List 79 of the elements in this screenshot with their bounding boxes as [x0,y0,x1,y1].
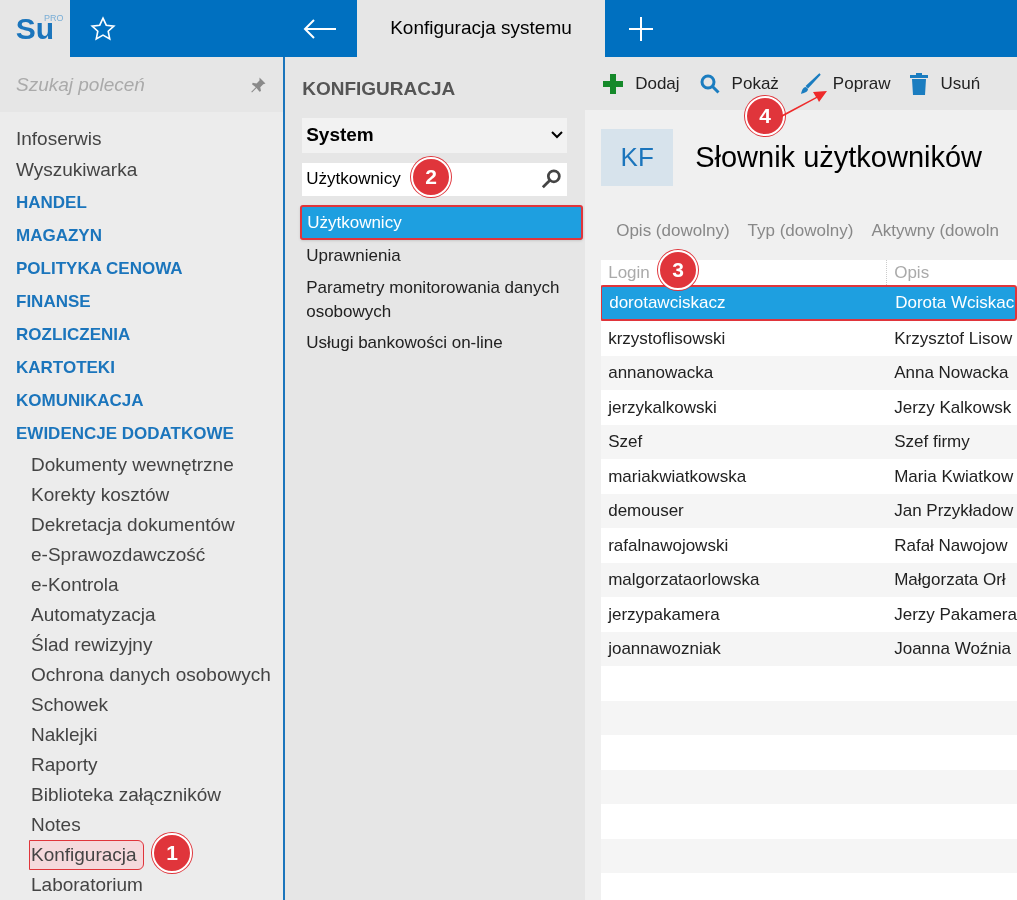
toolbar-button[interactable]: Usuń [910,70,981,97]
table-cell-text: Szef [607,431,644,453]
toolbar-button[interactable]: Pokaż [699,70,779,97]
table-cell-text: dorotawciskacz [608,292,727,315]
sidebar-item[interactable]: Automatyzacja [31,600,156,630]
table-cell-text: Krzysztof Lisow [893,327,1013,350]
sidebar-item[interactable]: e-Kontrola [31,570,119,600]
dictionary-title: Słownik użytkowników [695,139,983,175]
toolbar-button[interactable]: Dodaj [603,70,680,97]
sidebar-item[interactable]: KARTOTEKI [16,354,115,381]
panel-title: KONFIGURACJA [302,77,457,101]
sidebar-item[interactable]: Wyszukiwarka [16,156,138,185]
plus-icon[interactable] [629,16,653,41]
table-cell-text: Jerzy Pakamera [893,603,1017,626]
table-cell-text: Joanna Woźnia [893,638,1012,660]
group-select[interactable]: System [302,117,568,153]
config-item[interactable]: Usługi bankowości on-line [300,327,584,360]
table-row[interactable]: demouser Jan Przykładow [601,493,1017,528]
star-icon[interactable] [90,15,116,42]
sidebar-item[interactable]: ROZLICZENIA [16,321,131,348]
table-cell-text: joannawozniak [606,638,722,660]
plus-icon [603,73,624,94]
table-row[interactable]: Szef Szef firmy [601,424,1017,459]
command-search-box[interactable]: Szukaj poleceń [0,57,284,112]
toolbar-button[interactable]: Popraw [798,70,891,97]
logo: SuPRO [0,0,70,57]
sidebar-item[interactable]: Notes [31,810,81,840]
pin-icon[interactable] [249,75,268,94]
table-cell-text: jerzykalkowski [606,396,718,419]
sidebar-item[interactable]: Korekty kosztów [31,480,170,510]
table-cell-text: Jan Przykładow [893,500,1014,522]
config-item[interactable]: Parametry monitorowania danych osobowych [300,271,584,328]
sidebar-item[interactable]: HANDEL [16,189,87,216]
callout-number: 4 [745,96,785,136]
sidebar-item[interactable]: MAGAZYN [16,222,102,249]
sidebar-item[interactable]: e-Sprawozdawczość [31,540,206,570]
sidebar-item[interactable]: Laboratorium [31,870,143,900]
callout-number: 3 [658,250,698,290]
config-item[interactable]: Uprawnienia [300,240,584,272]
dictionary-badge: KF [601,129,674,186]
table-cell-text: rafalnawojowski [607,534,730,557]
sidebar-item[interactable]: Biblioteka załączników [31,780,222,810]
sidebar-item[interactable]: FINANSE [16,288,91,315]
pointer-arrow [778,88,828,118]
table-cell-text: Małgorzata Orł [893,569,1006,591]
table-row[interactable]: joannawozniak Joanna Woźnia [601,631,1017,666]
sidebar-item[interactable]: Ślad rewizyjny [31,630,153,660]
sidebar-item[interactable]: EWIDENCJE DODATKOWE [16,420,234,447]
sidebar-item[interactable]: Ochrona danych osobowych [31,660,271,690]
table-cell-text: Dorota Wciskac [894,292,1015,315]
table-cell-text: Jerzy Kalkowsk [893,396,1012,419]
sidebar-item[interactable]: Infoserwis [16,125,102,154]
table-cell-text: demouser [607,500,685,522]
table-cell-text: Rafał Nawojow [893,534,1008,557]
table-row[interactable]: annanowacka Anna Nowacka [601,355,1017,390]
table-cell-text: jerzypakamera [606,603,721,626]
table-cell-text: annanowacka [607,362,715,384]
table-cell-text: mariakwiatkowska [607,465,748,488]
trash-icon [910,72,929,95]
table-row[interactable]: malgorzataorlowska Małgorzata Orł [601,562,1017,597]
search-icon [541,168,564,190]
table-cell-text: krzystoflisowski [607,327,727,350]
table-cell-text: malgorzataorlowska [607,569,761,591]
sidebar-item[interactable]: KOMUNIKACJA [16,387,144,414]
sidebar-item[interactable]: POLITYKA CENOWA [16,255,183,282]
search-icon [699,73,720,94]
sidebar-item[interactable]: Konfiguracja [29,839,144,871]
sidebar-item[interactable]: Dokumenty wewnętrzne [31,450,234,480]
sidebar-item[interactable]: Naklejki [31,720,98,750]
back-arrow-icon[interactable] [303,18,337,39]
sidebar-item[interactable]: Raporty [31,750,98,780]
table-cell-text: Maria Kwiatkow [893,465,1014,488]
table-cell-text: Szef firmy [893,431,970,453]
sidebar-item[interactable]: Dekretacja dokumentów [31,510,235,540]
tab[interactable]: Konfiguracja systemu [357,0,605,57]
brush-icon [798,72,821,95]
sidebar-item[interactable]: Schowek [31,690,109,720]
chevron-down-icon [551,131,564,139]
table-cell-text: Anna Nowacka [893,362,1009,384]
